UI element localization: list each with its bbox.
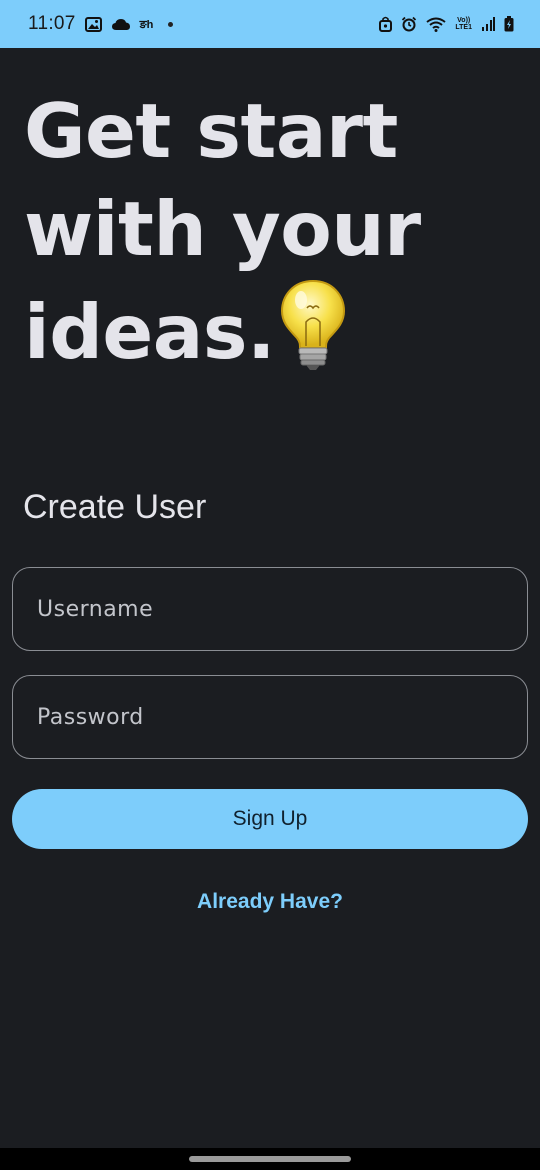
status-bar: 11:07 ङh Vo)) LTE1 [0, 0, 540, 48]
status-left: 11:07 ङh [28, 13, 174, 35]
status-time: 11:07 [28, 13, 76, 34]
status-right: Vo)) LTE1 [379, 16, 514, 32]
signal-icon [481, 17, 495, 31]
already-have-link[interactable]: Already Have? [0, 890, 540, 914]
home-gesture-handle[interactable] [189, 1156, 351, 1162]
volte-label-top: Vo)) [457, 17, 471, 24]
volte-label-bottom: LTE1 [455, 24, 472, 31]
password-input[interactable] [37, 704, 527, 730]
headline: Get start with your ideas. [24, 82, 524, 381]
navigation-bar [0, 1148, 540, 1170]
lock-app-icon [379, 16, 393, 32]
gallery-icon [84, 16, 102, 32]
notification-dot-icon [168, 21, 174, 27]
wifi-icon [426, 17, 447, 32]
light-bulb-icon [281, 279, 346, 370]
headline-line-2: with your [24, 185, 421, 273]
headline-line-1: Get start [24, 87, 398, 175]
headline-line-3: ideas. [24, 278, 524, 381]
headline-line-3-text: ideas. [24, 288, 276, 376]
cloud-icon [111, 18, 131, 31]
bengali-status-glyph: ङh [139, 18, 154, 31]
create-user-title: Create User [23, 488, 207, 526]
sign-up-button[interactable]: Sign Up [12, 789, 528, 849]
username-field[interactable] [12, 567, 528, 651]
app-screen: 11:07 ङh Vo)) LTE1 Get start with your i… [0, 0, 540, 1170]
username-input[interactable] [37, 596, 527, 622]
alarm-icon [401, 16, 417, 32]
password-field[interactable] [12, 675, 528, 759]
battery-charging-icon [504, 16, 514, 32]
volte-icon: Vo)) LTE1 [455, 17, 472, 31]
